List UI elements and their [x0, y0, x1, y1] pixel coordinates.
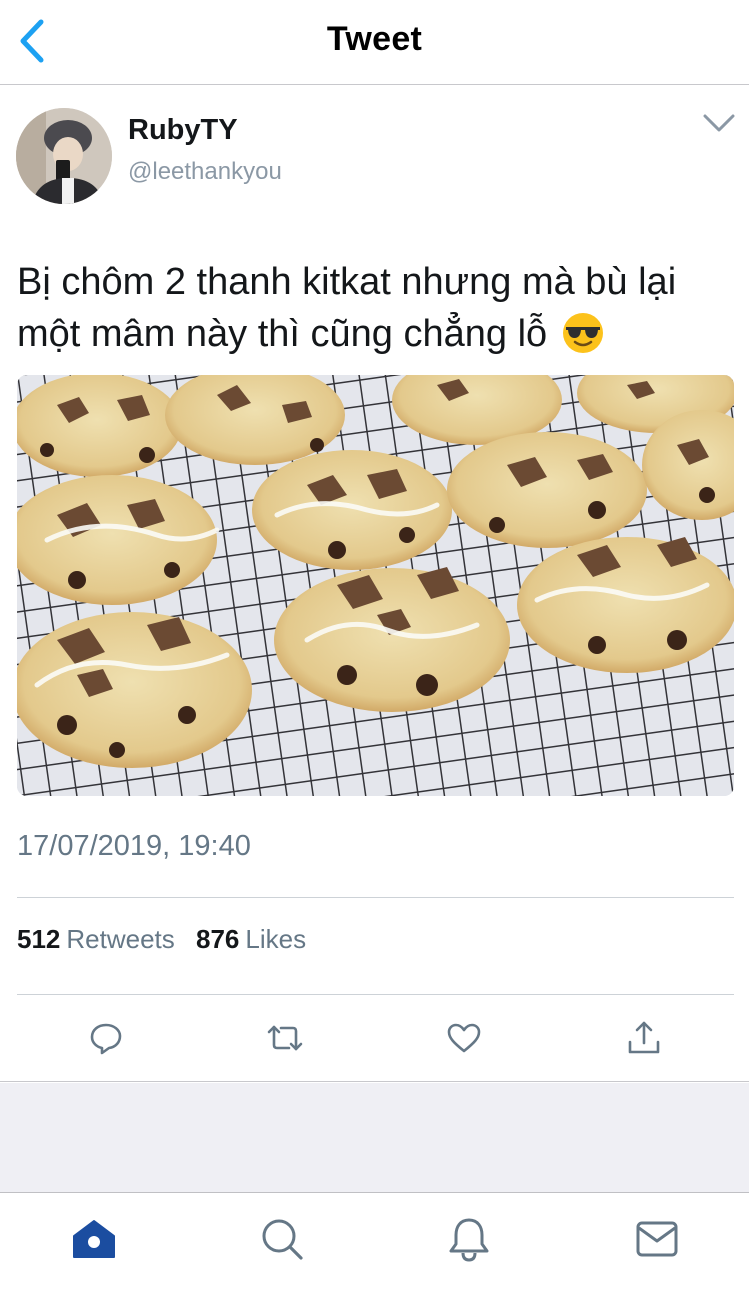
tweet-stats: 512 Retweets 876 Likes: [17, 924, 320, 955]
tab-search[interactable]: [257, 1214, 307, 1264]
likes-count: 876: [196, 924, 240, 954]
tab-notifications[interactable]: [444, 1214, 494, 1264]
cookies-photo-image: [17, 375, 734, 796]
divider: [17, 897, 734, 898]
tweet-timestamp: 17/07/2019, 19:40: [17, 830, 251, 862]
share-icon: [628, 1021, 660, 1054]
user-handle[interactable]: @leethankyou: [128, 158, 282, 186]
tweet-header: RubyTY @leethankyou: [0, 86, 749, 226]
nav-bar: Tweet: [0, 0, 749, 85]
display-name[interactable]: RubyTY: [128, 114, 238, 147]
retweets-stat[interactable]: 512 Retweets: [17, 924, 175, 955]
retweet-button[interactable]: [263, 1016, 307, 1060]
retweet-icon: [267, 1025, 303, 1051]
envelope-icon: [636, 1221, 678, 1257]
tweet-photo[interactable]: [17, 375, 734, 796]
bell-icon: [449, 1218, 489, 1262]
search-icon: [262, 1219, 303, 1260]
page-title: Tweet: [326, 20, 423, 58]
likes-label: Likes: [245, 924, 307, 954]
reply-icon: [90, 1023, 122, 1055]
likes-stat[interactable]: 876 Likes: [196, 924, 306, 955]
heart-icon: [447, 1023, 481, 1053]
like-button[interactable]: [442, 1016, 486, 1060]
tab-messages[interactable]: [632, 1214, 682, 1264]
tab-bar: [0, 1194, 749, 1289]
tweet-action-bar: [0, 996, 749, 1082]
home-icon: [73, 1220, 115, 1258]
avatar-image: [16, 108, 112, 204]
tab-home[interactable]: [69, 1214, 119, 1264]
sunglasses-emoji-icon: [562, 313, 603, 353]
empty-area: [0, 1083, 749, 1193]
tweet-options-button[interactable]: [698, 108, 740, 138]
avatar[interactable]: [16, 108, 112, 204]
retweets-label: Retweets: [66, 924, 175, 954]
retweets-count: 512: [17, 924, 61, 954]
tweet-text: Bị chôm 2 thanh kitkat nhưng mà bù lại m…: [17, 256, 737, 360]
divider: [17, 994, 734, 995]
share-button[interactable]: [622, 1016, 666, 1060]
chevron-down-icon: [703, 114, 735, 132]
reply-button[interactable]: [84, 1016, 128, 1060]
